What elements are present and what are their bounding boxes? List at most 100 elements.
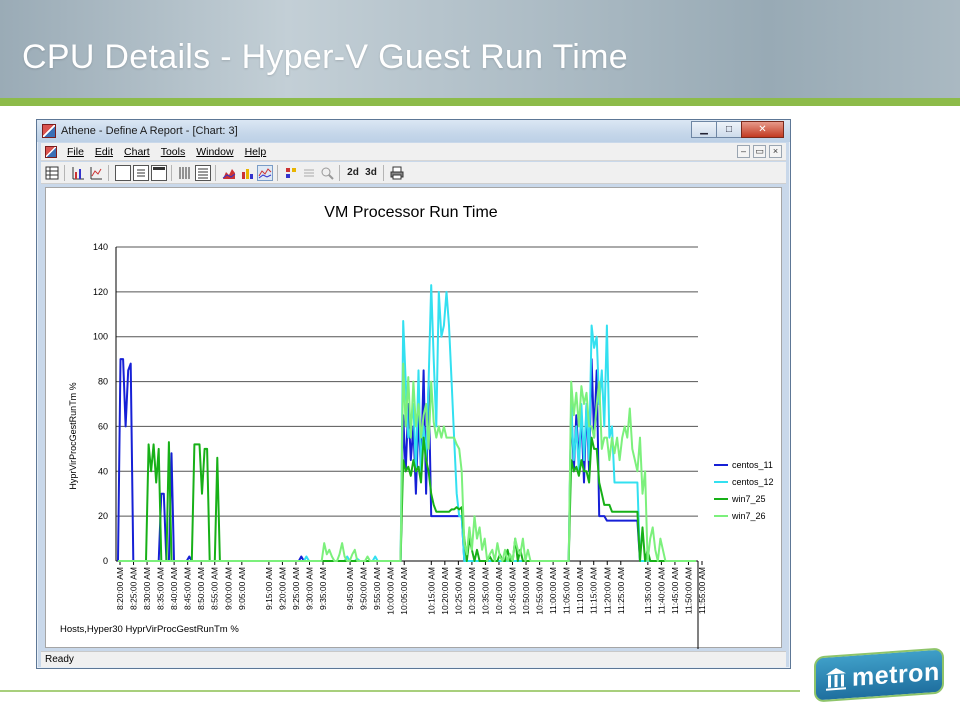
x-tick-label: 10:50:00 AM <box>521 567 531 615</box>
x-tick-label: 9:45:00 AM <box>345 567 355 610</box>
x-tick-label: 10:05:00 AM <box>399 567 409 615</box>
x-tick-label: 10:00:00 AM <box>386 567 396 615</box>
x-tick-label: 8:50:00 AM <box>196 567 206 610</box>
window-title: Athene - Define A Report - [Chart: 3] <box>61 125 238 137</box>
menu-bar: File Edit Chart Tools Window Help – ▭ × <box>41 143 786 161</box>
line-chart: VM Processor Run Time HyprVirProcGestRun… <box>60 204 774 695</box>
form-icon[interactable] <box>133 165 149 181</box>
x-tick-label: 11:25:00 AM <box>616 567 626 614</box>
slide-header-accent-bar <box>0 98 960 106</box>
x-tick-label: 9:55:00 AM <box>372 567 382 610</box>
x-tick-label: 10:55:00 AM <box>535 567 545 615</box>
x-tick-label: 11:15:00 AM <box>589 567 599 614</box>
legend-label-centos_11: centos_11 <box>732 460 773 470</box>
x-tick-label: 10:30:00 AM <box>467 567 477 615</box>
menu-window[interactable]: Window <box>196 146 233 158</box>
legend-label-centos_12: centos_12 <box>732 477 774 487</box>
slide-title: CPU Details - Hyper-V Guest Run Time <box>22 38 628 76</box>
toolbar-separator <box>64 165 65 181</box>
y-axis-label: HyprVirProcGestRunTm % <box>68 382 78 489</box>
3d-button[interactable]: 3d <box>363 165 379 181</box>
x-tick-label: 9:20:00 AM <box>277 567 287 610</box>
x-tick-label: 11:40:00 AM <box>656 567 666 614</box>
footer-rule <box>0 690 800 692</box>
app-icon <box>42 124 56 138</box>
building-icon <box>826 668 846 691</box>
legend-icon[interactable] <box>283 165 299 181</box>
x-tick-label: 10:35:00 AM <box>480 567 490 615</box>
print-icon[interactable] <box>389 165 405 181</box>
mdi-close-button[interactable]: × <box>769 145 782 158</box>
toolbar: 2d 3d <box>41 162 786 184</box>
document-icon[interactable] <box>45 146 57 158</box>
y-tick-label: 40 <box>98 466 108 476</box>
x-tick-label: 11:35:00 AM <box>643 567 653 614</box>
x-tick-label: 10:20:00 AM <box>440 567 450 615</box>
toolbar-separator <box>171 165 172 181</box>
x-tick-label: 11:10:00 AM <box>575 567 585 614</box>
x-tick-label: 9:50:00 AM <box>359 567 369 610</box>
bar-chart-red-icon[interactable] <box>88 165 104 181</box>
columns-icon[interactable] <box>177 165 193 181</box>
window-icon[interactable] <box>151 165 167 181</box>
x-tick-label: 8:25:00 AM <box>129 567 139 610</box>
blank-page-icon[interactable] <box>115 165 131 181</box>
lines-icon[interactable] <box>301 165 317 181</box>
x-tick-label: 9:05:00 AM <box>237 567 247 610</box>
y-tick-label: 140 <box>93 242 108 252</box>
close-button[interactable]: ✕ <box>741 121 784 138</box>
app-window: Athene - Define A Report - [Chart: 3] ▁ … <box>36 119 791 695</box>
x-tick-label: 8:55:00 AM <box>210 567 220 610</box>
status-bar: Ready <box>41 651 786 667</box>
bar-chart-icon[interactable] <box>70 165 86 181</box>
legend-label-win7_25: win7_25 <box>731 494 766 504</box>
y-tick-label: 60 <box>98 421 108 431</box>
x-tick-label: 8:20:00 AM <box>115 567 125 610</box>
x-tick-label: 11:00:00 AM <box>548 567 558 614</box>
y-tick-label: 0 <box>103 556 108 566</box>
x-tick-label: 9:35:00 AM <box>318 567 328 610</box>
zoom-icon[interactable] <box>319 165 335 181</box>
y-tick-label: 20 <box>98 511 108 521</box>
toolbar-separator <box>108 165 109 181</box>
minimize-button[interactable]: ▁ <box>691 121 717 138</box>
list-icon[interactable] <box>195 165 211 181</box>
menu-edit[interactable]: Edit <box>95 146 113 158</box>
line-chart-icon[interactable] <box>257 165 273 181</box>
x-tick-label: 11:05:00 AM <box>562 567 572 614</box>
toolbar-separator <box>277 165 278 181</box>
y-tick-label: 100 <box>93 332 108 342</box>
window-titlebar[interactable]: Athene - Define A Report - [Chart: 3] ▁ … <box>37 120 790 142</box>
mdi-minimize-button[interactable]: – <box>737 145 750 158</box>
x-tick-label: 9:30:00 AM <box>304 567 314 610</box>
x-tick-label: 11:45:00 AM <box>670 567 680 614</box>
x-tick-label: 11:20:00 AM <box>602 567 612 614</box>
x-tick-label: 9:15:00 AM <box>264 567 274 610</box>
x-tick-label: 8:45:00 AM <box>183 567 193 610</box>
menu-tools[interactable]: Tools <box>161 146 186 158</box>
chart-footer: Hosts,Hyper30 HyprVirProcGestRunTm % <box>60 624 239 635</box>
toolbar-separator <box>383 165 384 181</box>
x-tick-label: 8:40:00 AM <box>169 567 179 610</box>
chart-title: VM Processor Run Time <box>324 204 497 221</box>
grid-icon[interactable] <box>44 165 60 181</box>
toolbar-separator <box>215 165 216 181</box>
2d-button[interactable]: 2d <box>345 165 361 181</box>
maximize-button[interactable]: □ <box>716 121 742 138</box>
x-tick-label: 10:40:00 AM <box>494 567 504 615</box>
area-chart-icon[interactable] <box>221 165 237 181</box>
mdi-restore-button[interactable]: ▭ <box>753 145 766 158</box>
x-tick-label: 9:00:00 AM <box>223 567 233 610</box>
window-controls: ▁ □ ✕ <box>691 121 784 139</box>
menu-file[interactable]: File <box>67 146 84 158</box>
menu-help[interactable]: Help <box>245 146 267 158</box>
logo-text: metron <box>852 657 940 692</box>
x-tick-label: 8:35:00 AM <box>156 567 166 610</box>
x-tick-label: 10:15:00 AM <box>426 567 436 615</box>
x-tick-label: 11:50:00 AM <box>683 567 693 614</box>
y-tick-label: 120 <box>93 287 108 297</box>
chart-area: VM Processor Run Time HyprVirProcGestRun… <box>45 187 782 695</box>
column-chart-icon[interactable] <box>239 165 255 181</box>
metron-logo: metron <box>814 647 944 703</box>
menu-chart[interactable]: Chart <box>124 146 150 158</box>
